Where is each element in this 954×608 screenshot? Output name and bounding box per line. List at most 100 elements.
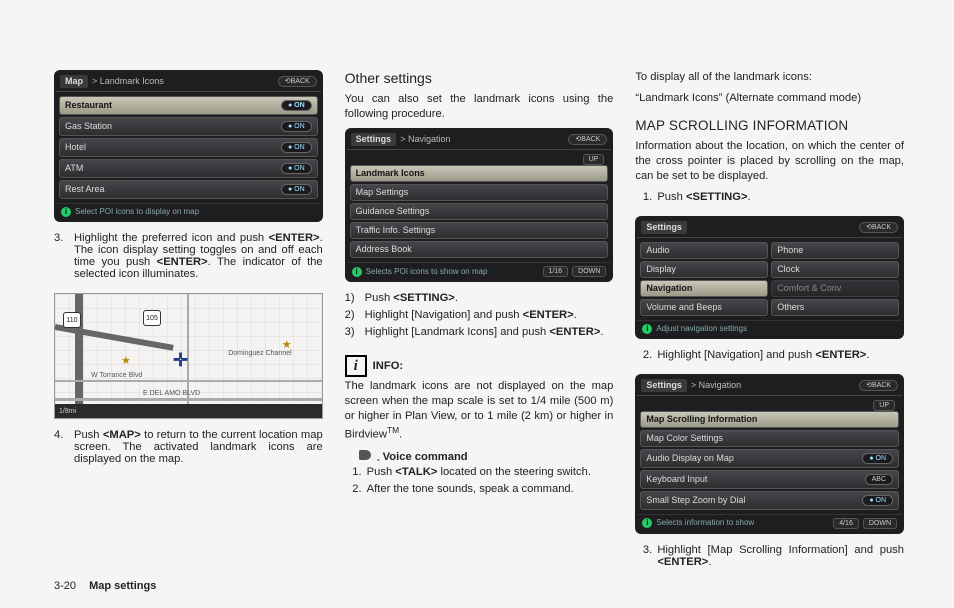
menu-item-map-scrolling-info[interactable]: Map Scrolling Information [640,411,899,428]
menu-item-phone[interactable]: Phone [771,242,899,259]
freeway-connector [54,324,173,351]
voice-heading: Voice command [383,451,468,463]
scroll-intro: Information about the location, on which… [635,139,904,184]
scroll-step-2: Highlight [Navigation] and push <ENTER>. [655,349,904,361]
breadcrumb: > Navigation [691,381,741,390]
menu-item-guidance-settings[interactable]: Guidance Settings [350,203,609,220]
highway-shield-110: 110 [63,312,81,328]
toggle-on[interactable]: ● ON [862,495,893,506]
info-icon: i [352,267,362,277]
voice-step-1: Push <TALK> located on the steering swit… [365,466,614,478]
header-tag: Settings [641,221,687,234]
toggle-on[interactable]: ● ON [281,184,312,195]
menu-item-comfort-conv: Comfort & Conv. [771,280,899,297]
menu-item-audio[interactable]: Audio [640,242,768,259]
voice-command-callout: Voice command [359,450,614,464]
menu-item-rest-area[interactable]: Rest Area ● ON [59,180,318,199]
toggle-on[interactable]: ● ON [281,163,312,174]
menu-item-landmark-icons[interactable]: Landmark Icons [350,165,609,182]
footer-text: Select POI icons to display on map [75,208,199,216]
menu-item-keyboard-input[interactable]: Keyboard InputABC [640,470,899,489]
ui-footer: i Selects POI icons to show on map 1/16 … [347,262,612,280]
footer-text: Selects POI icons to show on map [366,268,488,276]
menu-item-navigation[interactable]: Navigation [640,280,768,297]
back-button[interactable]: ⟲BACK [568,134,607,145]
ui-settings-navigation: Settings > Navigation ⟲BACK UP Landmark … [345,128,614,282]
back-button[interactable]: ⟲BACK [859,380,898,391]
procedure-step-3: 3)Highlight [Landmark Icons] and push <E… [345,326,614,338]
value-pill[interactable]: ABC [865,474,893,485]
scroll-step-1: Push <SETTING>. [655,191,904,203]
column-1: Map > Landmark Icons ⟲BACK Restaurant ● … [54,70,323,590]
map-screenshot: 110 105 Dominguez Channel W Torrance Blv… [54,293,323,419]
header-tag: Settings [641,379,687,392]
info-icon: i [61,207,71,217]
scroll-down-button[interactable]: DOWN [572,266,606,277]
ui-footer: i Select POI icons to display on map [56,203,321,220]
info-icon: i [642,518,652,528]
menu-item-atm[interactable]: ATM ● ON [59,159,318,178]
cross-pointer-icon: ✛ [173,350,188,371]
ui-header: Map > Landmark Icons ⟲BACK [56,72,321,92]
menu-item-hotel[interactable]: Hotel ● ON [59,138,318,157]
back-button[interactable]: ⟲BACK [859,222,898,233]
toggle-on[interactable]: ● ON [281,121,312,132]
other-settings-intro: You can also set the landmark icons usin… [345,92,614,122]
voice-steps: Push <TALK> located on the steering swit… [345,466,614,500]
voice-icon [359,450,377,464]
toggle-on[interactable]: ● ON [281,142,312,153]
step-3: 3. Highlight the preferred icon and push… [54,232,323,280]
scroll-up-button[interactable]: UP [583,154,605,165]
back-button[interactable]: ⟲BACK [278,76,317,87]
footer-text: Adjust navigation settings [656,325,747,333]
ui-footer: i Adjust navigation settings [637,320,902,337]
menu-rows: Restaurant ● ON Gas Station ● ON Hotel ●… [56,92,321,203]
menu-item-volume-beeps[interactable]: Volume and Beeps [640,299,768,316]
scroll-steps-1: Push <SETTING>. [635,191,904,208]
menu-item-gas-station[interactable]: Gas Station ● ON [59,117,318,136]
menu-label: Hotel [65,143,86,152]
ui-settings-root: Settings ⟲BACK Audio Display Navigation … [635,216,904,339]
toggle-on[interactable]: ● ON [281,100,312,111]
menu-item-map-color-settings[interactable]: Map Color Settings [640,430,899,447]
step-4: 4. Push <MAP> to return to the current l… [54,429,323,465]
breadcrumb: > Landmark Icons [92,77,164,86]
menu-item-others[interactable]: Others [771,299,899,316]
scroll-steps-2: Highlight [Navigation] and push <ENTER>. [635,349,904,366]
voice-step-2: After the tone sounds, speak a command. [365,483,614,495]
procedure-step-2: 2)Highlight [Navigation] and push <ENTER… [345,309,614,321]
section-title: Map settings [89,580,156,592]
scroll-step-3: Highlight [Map Scrolling Information] an… [655,544,904,568]
header-tag: Settings [351,133,397,146]
menu-item-display[interactable]: Display [640,261,768,278]
menu-item-map-settings[interactable]: Map Settings [350,184,609,201]
star-icon: ★ [121,354,131,367]
scroll-up-button[interactable]: UP [873,400,895,411]
info-icon: i [642,324,652,334]
step-list: 4. Push <MAP> to return to the current l… [54,429,323,470]
menu-item-small-step-zoom[interactable]: Small Step Zoom by Dial● ON [640,491,899,510]
column-2: Other settings You can also set the land… [345,70,614,590]
map-footer: 1/8mi [55,404,322,418]
menu-label: Gas Station [65,122,112,131]
counter: 1/16 [543,266,569,277]
highway-shield-105: 105 [143,310,161,326]
menu-rows: UP Map Scrolling Information Map Color S… [637,396,902,514]
menu-item-audio-display-on-map[interactable]: Audio Display on Map● ON [640,449,899,468]
procedure-list: 1)Push <SETTING>. 2)Highlight [Navigatio… [345,292,614,343]
heading-other-settings: Other settings [345,70,614,86]
menu-item-address-book[interactable]: Address Book [350,241,609,258]
toggle-on[interactable]: ● ON [862,453,893,464]
menu-item-restaurant[interactable]: Restaurant ● ON [59,96,318,115]
ui-settings-navigation-2: Settings > Navigation ⟲BACK UP Map Scrol… [635,374,904,534]
info-icon: i [345,355,367,377]
ui-header: Settings > Navigation ⟲BACK [637,376,902,396]
menu-item-traffic-info-settings[interactable]: Traffic Info. Settings [350,222,609,239]
menu-label: Rest Area [65,185,105,194]
page-number: 3-20 [54,580,76,592]
page-footer: 3-20 Map settings [54,580,156,592]
menu-item-clock[interactable]: Clock [771,261,899,278]
scroll-down-button[interactable]: DOWN [863,518,897,529]
ui-landmark-icons: Map > Landmark Icons ⟲BACK Restaurant ● … [54,70,323,222]
step-list: 3. Highlight the preferred icon and push… [54,232,323,285]
